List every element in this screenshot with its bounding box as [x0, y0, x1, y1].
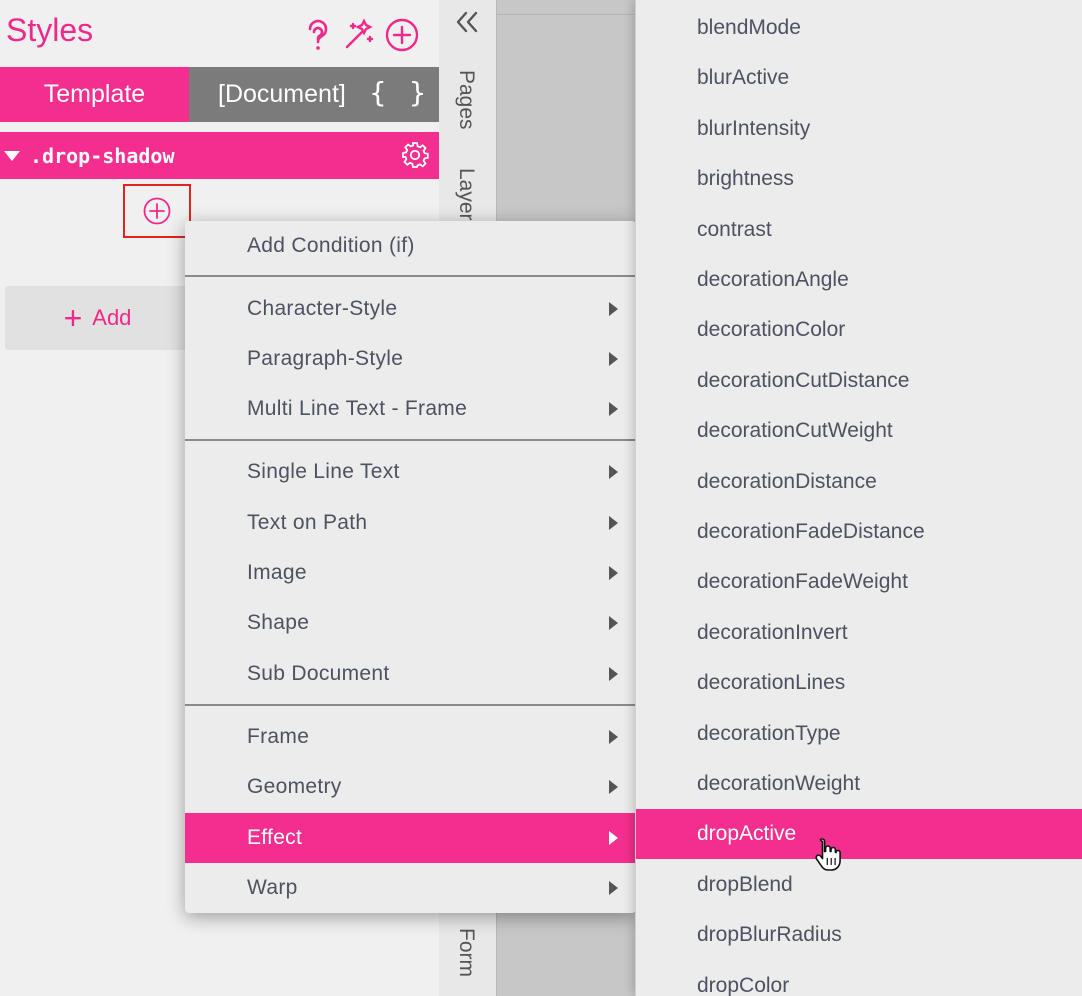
submenu-arrow-icon — [609, 352, 618, 366]
submenu-item[interactable]: decorationType — [636, 709, 1082, 759]
menu-item-warp[interactable]: Warp — [185, 863, 636, 913]
menu-item-label: Frame — [247, 725, 310, 748]
menu-item-label: Shape — [247, 611, 310, 634]
submenu-item[interactable]: decorationColor — [636, 305, 1082, 355]
menu-separator — [185, 439, 636, 441]
tab-bar: Template [Document] { } — [0, 67, 439, 122]
submenu-item[interactable]: blurActive — [636, 53, 1082, 103]
add-condition-button[interactable] — [123, 184, 191, 238]
hand-pointer-cursor-icon — [815, 838, 841, 871]
tab-document[interactable]: [Document] { } — [189, 67, 439, 122]
submenu-item[interactable]: dropColor — [636, 961, 1082, 996]
menu-item-label: Text on Path — [247, 511, 368, 534]
side-tab-form[interactable]: Form — [454, 928, 478, 977]
submenu-item[interactable]: decorationCutWeight — [636, 406, 1082, 456]
submenu-item[interactable]: decorationDistance — [636, 457, 1082, 507]
menu-item-shape[interactable]: Shape — [185, 598, 636, 648]
submenu-arrow-icon — [609, 465, 618, 479]
plus-circle-icon — [143, 197, 171, 225]
style-name: .drop-shadow — [30, 143, 175, 168]
submenu-item[interactable]: decorationFadeDistance — [636, 507, 1082, 557]
menu-item-label: Paragraph-Style — [247, 347, 404, 370]
submenu-arrow-icon — [609, 780, 618, 794]
menu-item-effect[interactable]: Effect — [185, 813, 636, 863]
submenu-arrow-icon — [609, 730, 618, 744]
submenu-item[interactable]: decorationInvert — [636, 608, 1082, 658]
menu-item-sub-document[interactable]: Sub Document — [185, 649, 636, 699]
menu-item-character-style[interactable]: Character-Style — [185, 284, 636, 334]
side-tab-pages[interactable]: Pages — [454, 70, 478, 130]
plus-icon: + — [63, 300, 83, 336]
menu-item-label: Character-Style — [247, 297, 398, 320]
menu-item-geometry[interactable]: Geometry — [185, 762, 636, 812]
submenu-item[interactable]: decorationWeight — [636, 759, 1082, 809]
submenu-item[interactable]: blendMode — [636, 3, 1082, 53]
submenu-arrow-icon — [609, 831, 618, 845]
menu-item-single-line-text[interactable]: Single Line Text — [185, 447, 636, 497]
context-menu: Add Condition (if) Character-Style Parag… — [185, 221, 636, 913]
add-circle-icon[interactable] — [385, 18, 419, 52]
effect-submenu: blendMode blurActive blurIntensity brigh… — [635, 0, 1082, 996]
submenu-item[interactable]: brightness — [636, 154, 1082, 204]
collapse-double-chevron-icon[interactable] — [451, 6, 483, 38]
submenu-arrow-icon — [609, 516, 618, 530]
canvas-top-divider — [497, 14, 637, 15]
menu-item-paragraph-style[interactable]: Paragraph-Style — [185, 334, 636, 384]
magic-wand-icon[interactable] — [342, 18, 376, 52]
caret-down-icon[interactable] — [4, 150, 20, 161]
menu-separator — [185, 275, 636, 277]
menu-item-image[interactable]: Image — [185, 548, 636, 598]
add-button[interactable]: + Add — [5, 286, 190, 350]
menu-item-label: Warp — [247, 876, 298, 899]
menu-item-label: Multi Line Text - Frame — [247, 397, 468, 420]
submenu-item[interactable]: decorationFadeWeight — [636, 557, 1082, 607]
menu-item-multi-line-text-frame[interactable]: Multi Line Text - Frame — [185, 384, 636, 434]
submenu-item[interactable]: dropBlurRadius — [636, 910, 1082, 960]
submenu-arrow-icon — [609, 402, 618, 416]
menu-item-label: Effect — [247, 826, 303, 849]
submenu-item[interactable]: decorationLines — [636, 658, 1082, 708]
submenu-item[interactable]: dropBlend — [636, 860, 1082, 910]
help-icon[interactable] — [301, 18, 335, 52]
tab-document-label: [Document] — [218, 80, 346, 108]
menu-item-text-on-path[interactable]: Text on Path — [185, 498, 636, 548]
submenu-arrow-icon — [609, 302, 618, 316]
menu-item-label: Add Condition (if) — [247, 234, 415, 257]
submenu-item-drop-active[interactable]: dropActive — [636, 809, 1082, 859]
submenu-item[interactable]: decorationAngle — [636, 255, 1082, 305]
submenu-arrow-icon — [609, 667, 618, 681]
style-row[interactable]: .drop-shadow — [0, 132, 439, 179]
menu-item-label: Image — [247, 561, 307, 584]
menu-item-label: Sub Document — [247, 662, 390, 685]
tab-template[interactable]: Template — [0, 67, 189, 122]
submenu-item[interactable]: blurIntensity — [636, 104, 1082, 154]
gear-icon[interactable] — [401, 141, 429, 169]
submenu-arrow-icon — [609, 566, 618, 580]
menu-separator — [185, 704, 636, 706]
submenu-arrow-icon — [609, 616, 618, 630]
code-braces-icon[interactable]: { } — [369, 76, 429, 109]
menu-item-label: Single Line Text — [247, 460, 400, 483]
submenu-arrow-icon — [609, 881, 618, 895]
panel-title: Styles — [6, 12, 94, 48]
add-button-label: Add — [92, 305, 132, 330]
menu-item-frame[interactable]: Frame — [185, 712, 636, 762]
submenu-item[interactable]: decorationCutDistance — [636, 356, 1082, 406]
submenu-item[interactable]: contrast — [636, 205, 1082, 255]
menu-item-add-condition[interactable]: Add Condition (if) — [185, 221, 636, 271]
menu-item-label: Geometry — [247, 775, 342, 798]
